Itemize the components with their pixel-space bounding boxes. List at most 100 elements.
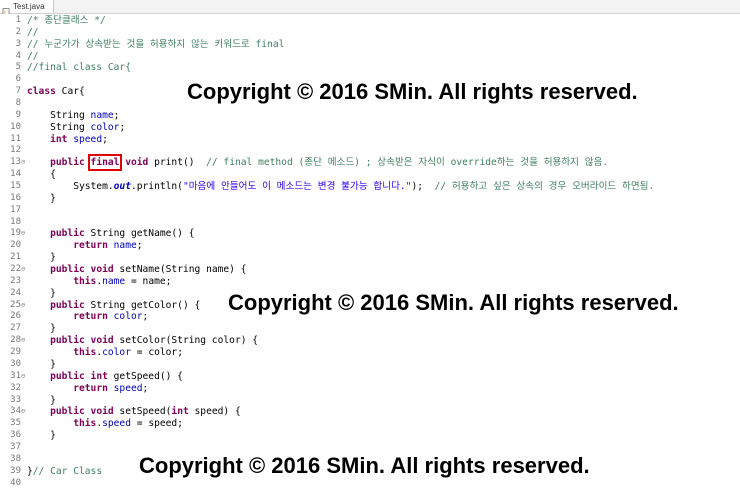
line-number: 32	[10, 382, 21, 393]
code-line[interactable]: 9 String name;	[0, 110, 740, 122]
code-token: /* 종단클래스 */	[27, 15, 106, 26]
code-token: //	[27, 26, 39, 38]
line-number: 36	[10, 430, 21, 441]
code-token: setSpeed(	[113, 406, 172, 418]
code-line[interactable]: 30 }	[0, 359, 740, 371]
code-line[interactable]: 35 this.speed = speed;	[0, 418, 740, 430]
code-line[interactable]: 12	[0, 145, 740, 157]
code-token: System.	[27, 181, 114, 193]
line-number: 39	[10, 465, 21, 476]
code-line[interactable]: 28 ⊖ public void setColor(String color) {	[0, 335, 740, 347]
code-line[interactable]: 23 this.name = name;	[0, 276, 740, 288]
line-number: 15	[10, 181, 21, 192]
code-token: String getName() {	[84, 228, 195, 240]
code-text: public String getName() {	[27, 228, 195, 240]
code-line[interactable]: 1 /* 종단클래스 */	[0, 15, 740, 27]
code-line[interactable]: 20 return name;	[0, 240, 740, 252]
code-text: // 누군가가 상속받는 것을 허용하지 않는 키워드로 final	[27, 39, 284, 51]
line-number: 23	[10, 275, 21, 286]
editor-tab-test-java[interactable]: J Test.java	[0, 0, 54, 17]
line-number: 37	[10, 441, 21, 452]
line-number: 20	[10, 240, 21, 251]
highlighted-final-keyword: final	[87, 154, 123, 172]
code-token: void	[90, 264, 114, 276]
code-token: color	[102, 347, 131, 359]
line-number: 30	[10, 358, 21, 369]
code-token: this	[73, 347, 97, 359]
code-text: class Car{	[27, 86, 85, 98]
code-token: .println(	[130, 181, 183, 193]
code-token: return	[73, 311, 108, 323]
line-number: 31	[10, 370, 21, 381]
code-token: }	[27, 192, 56, 204]
code-line[interactable]: 17	[0, 205, 740, 217]
code-token: getSpeed() {	[107, 370, 183, 382]
code-token: }	[27, 252, 56, 264]
code-token: // 허용하고 싶은 상속의 경우 오버라이드 하면됨.	[434, 181, 655, 193]
line-number: 4	[15, 50, 21, 61]
line-number: 3	[15, 38, 21, 49]
code-line[interactable]: 2 //	[0, 27, 740, 39]
code-token: name	[102, 275, 126, 287]
code-token: speed	[73, 133, 103, 145]
code-line[interactable]: 33 }	[0, 395, 740, 407]
code-token: public	[50, 264, 85, 276]
code-text: }// Car Class	[27, 466, 102, 478]
code-text: this.color = color;	[27, 347, 183, 359]
code-token: // final method (종단 메소드) ; 상속받은 자식이 over…	[206, 157, 609, 169]
line-number: 35	[10, 418, 21, 429]
code-token: }	[27, 323, 56, 335]
code-token: // 누군가가 상속받는 것을 허용하지 않는 키워드로 final	[27, 38, 285, 50]
line-number: 2	[15, 26, 21, 37]
code-token: String	[27, 109, 91, 121]
code-line[interactable]: 18	[0, 217, 740, 229]
code-line[interactable]: 5 //final class Car{	[0, 62, 740, 74]
code-line[interactable]: 11 int speed;	[0, 134, 740, 146]
code-line[interactable]: 34 ⊖ public void setSpeed(int speed) {	[0, 406, 740, 418]
code-line[interactable]: 4 //	[0, 51, 740, 63]
code-token: speed	[102, 418, 131, 430]
code-line[interactable]: 21 }	[0, 252, 740, 264]
code-line[interactable]: 22 ⊖ public void setName(String name) {	[0, 264, 740, 276]
code-line[interactable]: 29 this.color = color;	[0, 347, 740, 359]
code-text: String color;	[27, 122, 125, 134]
line-number: 40	[10, 477, 21, 488]
line-number: 6	[15, 74, 21, 85]
code-text: }	[27, 288, 56, 300]
line-number: 5	[15, 62, 21, 73]
code-line[interactable]: 10 String color;	[0, 122, 740, 134]
code-token: class	[27, 86, 56, 98]
code-token: return	[73, 382, 108, 394]
code-line[interactable]: 13 ⊖ public final void print() // final m…	[0, 154, 740, 172]
code-line[interactable]: 19 ⊖ public String getName() {	[0, 228, 740, 240]
code-token: name	[90, 109, 114, 121]
code-line[interactable]: 27 }	[0, 323, 740, 335]
code-token: );	[411, 181, 435, 193]
code-line[interactable]: 3 // 누군가가 상속받는 것을 허용하지 않는 키워드로 final	[0, 39, 740, 51]
code-token: {	[27, 169, 56, 181]
code-line[interactable]: 36 }	[0, 430, 740, 442]
code-text: }	[27, 323, 56, 335]
code-line[interactable]: 15 System.out.println("마음에 안들어도 이 메소드는 변…	[0, 181, 740, 193]
code-line[interactable]: 31 ⊖ public int getSpeed() {	[0, 371, 740, 383]
line-number: 16	[10, 192, 21, 203]
code-token: //final class Car{	[27, 62, 131, 74]
code-line[interactable]: 32 return speed;	[0, 383, 740, 395]
code-token: ;	[136, 240, 143, 252]
code-token: String getColor() {	[84, 299, 201, 311]
code-token: print()	[148, 157, 207, 169]
code-text: System.out.println("마음에 안들어도 이 메소드는 변경 불…	[27, 181, 654, 193]
code-line[interactable]: 14 {	[0, 169, 740, 181]
code-token: ;	[102, 133, 108, 145]
code-line[interactable]: 16 }	[0, 193, 740, 205]
code-token: public	[50, 299, 85, 311]
code-line[interactable]: 40	[0, 478, 740, 490]
code-token: setColor(String color) {	[113, 335, 259, 347]
